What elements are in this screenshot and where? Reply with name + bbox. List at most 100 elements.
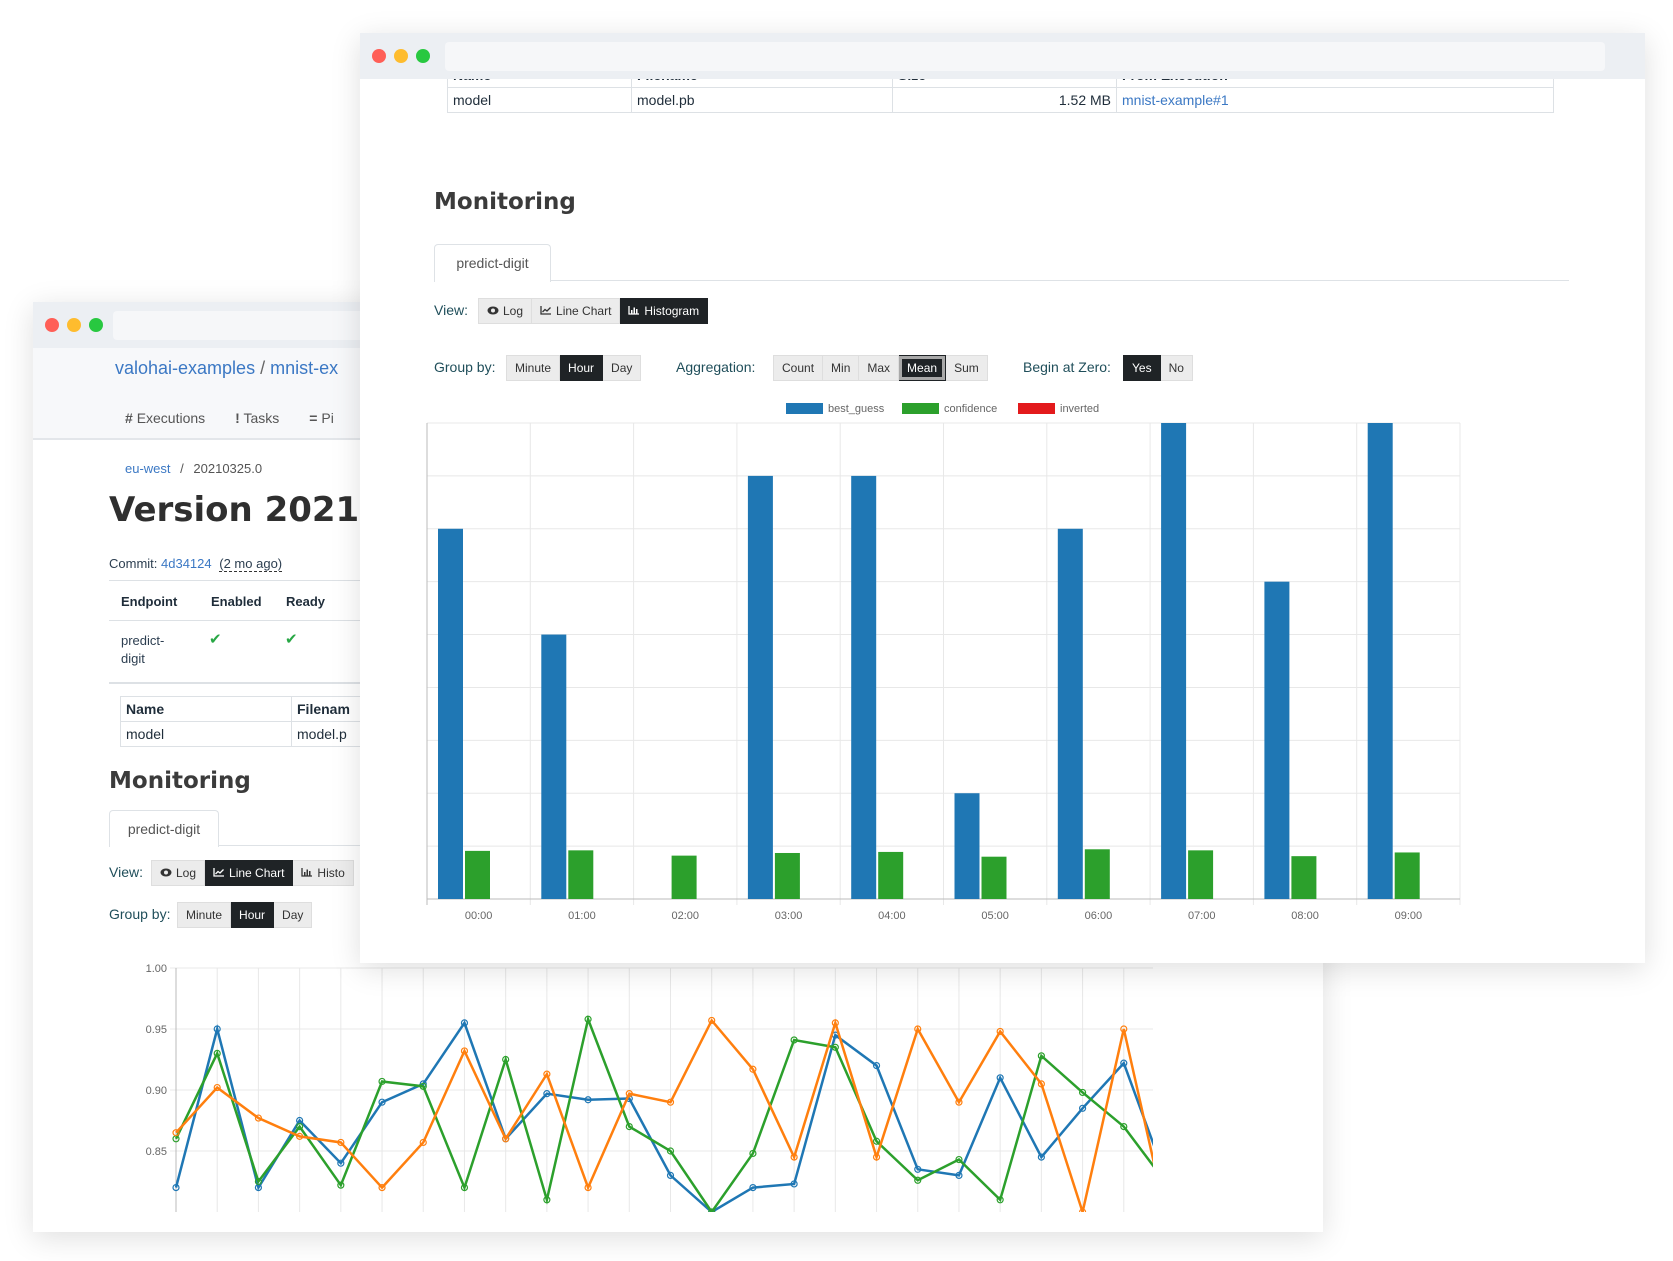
bar-best_guess: [1057, 528, 1083, 899]
nav-tasks[interactable]: ! Tasks: [235, 410, 279, 426]
line-chart-icon: [213, 861, 225, 885]
col-name: Name: [447, 79, 632, 88]
tab-predict-digit[interactable]: predict-digit: [434, 244, 551, 282]
front-titlebar: [360, 33, 1645, 79]
front-content: Name Filename Size From Execution model …: [360, 79, 1645, 963]
group-hour-button[interactable]: Hour: [560, 355, 604, 381]
cell-name: model: [447, 87, 632, 113]
agg-mean-button[interactable]: Mean: [899, 355, 947, 381]
group-day-button[interactable]: Day: [603, 355, 642, 381]
maximize-window-button[interactable]: [89, 318, 103, 332]
env-link[interactable]: eu-west: [125, 461, 171, 476]
x-tick-label: 08:00: [1291, 910, 1319, 922]
breadcrumb-org-link[interactable]: valohai-examples: [115, 358, 255, 378]
minimize-window-button[interactable]: [67, 318, 81, 332]
version-number: 20210325.0: [193, 461, 263, 476]
view-log-button[interactable]: Log: [151, 860, 206, 886]
aggregation-button-group: Count Min Max Mean Sum: [773, 355, 988, 381]
endpoint-name[interactable]: predict- digit: [121, 632, 164, 668]
view-histogram-button[interactable]: Histogram: [620, 298, 709, 324]
monitoring-title: Monitoring: [434, 189, 576, 215]
view-log-label: Log: [176, 866, 197, 880]
breadcrumb-separator: /: [260, 358, 266, 378]
group-hour-button[interactable]: Hour: [231, 902, 275, 928]
tab-predict-digit[interactable]: predict-digit: [109, 810, 219, 847]
bar-confidence: [465, 850, 490, 899]
histogram-icon: [301, 861, 313, 885]
commit-info: Commit: 4d34124 (2 mo ago): [109, 556, 283, 572]
view-label: View:: [109, 864, 143, 880]
group-by-label: Group by:: [109, 906, 171, 922]
zero-no-button[interactable]: No: [1160, 355, 1193, 381]
y-tick-label: 0.95: [146, 1024, 167, 1036]
group-minute-button[interactable]: Minute: [177, 902, 232, 928]
pipelines-icon: =: [309, 410, 318, 426]
url-bar[interactable]: [445, 42, 1605, 71]
legend-swatch-best_guess: [786, 403, 823, 414]
view-line-chart-button[interactable]: Line Chart: [532, 298, 621, 324]
enabled-check-icon: ✔: [209, 631, 222, 648]
agg-min-button[interactable]: Min: [823, 355, 860, 381]
view-histogram-button[interactable]: Histo: [293, 860, 354, 886]
bar-confidence: [568, 850, 594, 899]
monitoring-title: Monitoring: [109, 768, 251, 794]
cell-execution: mnist-example#1: [1116, 87, 1554, 113]
bar-confidence: [1188, 850, 1214, 899]
view-histogram-label: Histogram: [644, 304, 700, 318]
legend-label-confidence: confidence: [944, 403, 997, 415]
view-histogram-label: Histo: [317, 866, 345, 880]
agg-sum-button[interactable]: Sum: [946, 355, 988, 381]
nav-executions[interactable]: # Executions: [125, 410, 205, 426]
y-tick-label: 0.90: [146, 1085, 167, 1097]
version-breadcrumb: eu-west / 20210325.0: [125, 461, 262, 476]
agg-count-button[interactable]: Count: [773, 355, 824, 381]
cell-size: 1.52 MB: [892, 87, 1117, 113]
group-minute-button[interactable]: Minute: [506, 355, 561, 381]
view-line-chart-button[interactable]: Line Chart: [205, 860, 294, 886]
endpoints-header-ready: Ready: [286, 594, 326, 609]
col-filename: Filename: [631, 79, 893, 88]
legend-label-inverted: inverted: [1060, 403, 1099, 415]
begin-at-zero-label: Begin at Zero:: [1023, 359, 1111, 375]
exclamation-icon: !: [235, 410, 240, 426]
line-chart: confidencecontrastinvertedsaturation0.85…: [146, 942, 1153, 1212]
nav-pipelines[interactable]: = Pi: [309, 410, 334, 426]
bar-confidence: [981, 856, 1007, 899]
commit-age: (2 mo ago): [219, 556, 283, 572]
view-log-button[interactable]: Log: [478, 298, 533, 324]
nav-executions-label: Executions: [136, 410, 206, 426]
maximize-window-button[interactable]: [416, 49, 430, 63]
view-line-chart-label: Line Chart: [556, 304, 612, 318]
eye-icon: [160, 861, 172, 885]
execution-link[interactable]: mnist-example#1: [1122, 92, 1229, 108]
bar-best_guess: [1161, 423, 1187, 899]
tab-underline: [434, 280, 1569, 281]
hash-icon: #: [125, 410, 133, 426]
begin-at-zero-button-group: Yes No: [1123, 355, 1193, 381]
agg-max-button[interactable]: Max: [859, 355, 900, 381]
breadcrumb-project-link[interactable]: mnist-ex: [270, 358, 338, 378]
line-chart-icon: [540, 299, 552, 323]
table-row: model model.pb 1.52 MB mnist-example#1: [447, 87, 1554, 113]
page-title: Version 20210: [109, 490, 383, 530]
x-tick-label: 09:00: [1395, 910, 1423, 922]
close-window-button[interactable]: [45, 318, 59, 332]
bar-best_guess: [747, 475, 773, 899]
files-table: Name Filename Size From Execution model …: [447, 79, 1554, 113]
minimize-window-button[interactable]: [394, 49, 408, 63]
cell-name: model: [120, 721, 292, 747]
legend-swatch-inverted: [1018, 403, 1055, 414]
x-tick-label: 05:00: [981, 910, 1009, 922]
zero-yes-button[interactable]: Yes: [1123, 355, 1161, 381]
view-button-group: Log Line Chart Histogram: [478, 298, 709, 324]
bar-best_guess: [438, 528, 463, 899]
line-confidence: [174, 1020, 1153, 1212]
endpoint-name-line2: digit: [121, 651, 145, 666]
close-window-button[interactable]: [372, 49, 386, 63]
bar-confidence: [774, 852, 800, 899]
group-day-button[interactable]: Day: [274, 902, 313, 928]
nav-tasks-label: Tasks: [243, 410, 280, 426]
commit-hash-link[interactable]: 4d34124: [161, 556, 212, 571]
endpoint-name-line1: predict-: [121, 633, 165, 648]
line-saturation: [175, 1018, 1153, 1212]
